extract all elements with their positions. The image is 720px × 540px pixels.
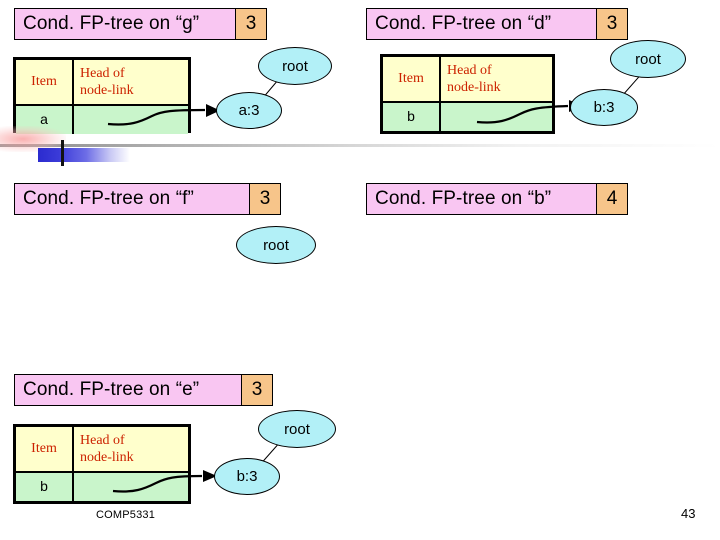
item-table-e: Item Head of node-link b [13, 424, 191, 504]
panel-title-bar-g: Cond. FP-tree on “g” 3 [14, 8, 267, 40]
panel-title-label-d: Cond. FP-tree on “d” [367, 9, 596, 39]
panel-title-bar-f: Cond. FP-tree on “f” 3 [14, 183, 281, 215]
table-header-row: Item Head of node-link [16, 60, 188, 106]
panel-title-count-e: 3 [241, 375, 272, 405]
column-header-node-link: Head of node-link [74, 60, 188, 104]
column-header-line1: Head of [80, 433, 125, 448]
panel-title-bar-e: Cond. FP-tree on “e” 3 [14, 374, 273, 406]
column-header-line1: Head of [447, 63, 492, 78]
panel-title-label-b: Cond. FP-tree on “b” [367, 184, 596, 214]
column-header-line2: node-link [447, 80, 501, 95]
panel-title-count-b: 4 [596, 184, 627, 214]
column-header-item: Item [383, 57, 441, 101]
panel-title-bar-b: Cond. FP-tree on “b” 4 [366, 183, 628, 215]
tree-node-root-d: root [610, 40, 686, 78]
tree-node-label: a:3 [238, 102, 260, 119]
column-header-item: Item [16, 60, 74, 104]
table-row: b [383, 103, 552, 131]
cell-node-link-value [74, 106, 188, 134]
item-table-g: Item Head of node-link a [13, 57, 191, 134]
tree-node-label: b:3 [236, 468, 258, 485]
tree-node-root-g: root [258, 47, 332, 85]
cell-node-link-value [441, 103, 552, 131]
tree-node-b3-d: b:3 [570, 89, 638, 126]
tree-node-label: b:3 [593, 99, 615, 116]
column-header-node-link: Head of node-link [74, 427, 188, 471]
cell-item-value: b [16, 473, 74, 501]
panel-title-bar-d: Cond. FP-tree on “d” 3 [366, 8, 628, 40]
panel-title-count-g: 3 [235, 9, 266, 39]
table-header-row: Item Head of node-link [16, 427, 188, 473]
footer-page-number: 43 [681, 506, 696, 521]
tree-node-label: root [263, 236, 289, 254]
tree-node-label: root [284, 420, 310, 438]
blue-gradient-marker [38, 148, 130, 162]
cell-node-link-value [74, 473, 188, 501]
tree-node-a3-g: a:3 [216, 92, 282, 129]
column-header-line1: Head of [80, 66, 125, 81]
panel-title-label-g: Cond. FP-tree on “g” [15, 9, 235, 39]
panel-title-count-d: 3 [596, 9, 627, 39]
slide-canvas: Cond. FP-tree on “g” 3 Item Head of node… [0, 0, 720, 540]
table-row: b [16, 473, 188, 501]
panel-title-label-e: Cond. FP-tree on “e” [15, 375, 241, 405]
tree-node-root-e: root [258, 410, 336, 448]
panel-title-count-f: 3 [249, 184, 280, 214]
tree-node-label: root [635, 50, 661, 68]
table-header-row: Item Head of node-link [383, 57, 552, 103]
footer-course-code: COMP5331 [96, 509, 156, 521]
cell-item-value: b [383, 103, 441, 131]
panel-title-label-f: Cond. FP-tree on “f” [15, 184, 249, 214]
blue-marker-tick [61, 140, 64, 166]
tree-node-label: root [282, 57, 308, 75]
column-header-line2: node-link [80, 450, 134, 465]
column-header-item: Item [16, 427, 74, 471]
column-header-node-link: Head of node-link [441, 57, 552, 101]
column-header-line2: node-link [80, 83, 134, 98]
item-table-d: Item Head of node-link b [380, 54, 555, 134]
tree-node-root-f: root [236, 226, 316, 264]
horizontal-divider [0, 144, 720, 147]
tree-node-b3-e: b:3 [214, 458, 280, 495]
